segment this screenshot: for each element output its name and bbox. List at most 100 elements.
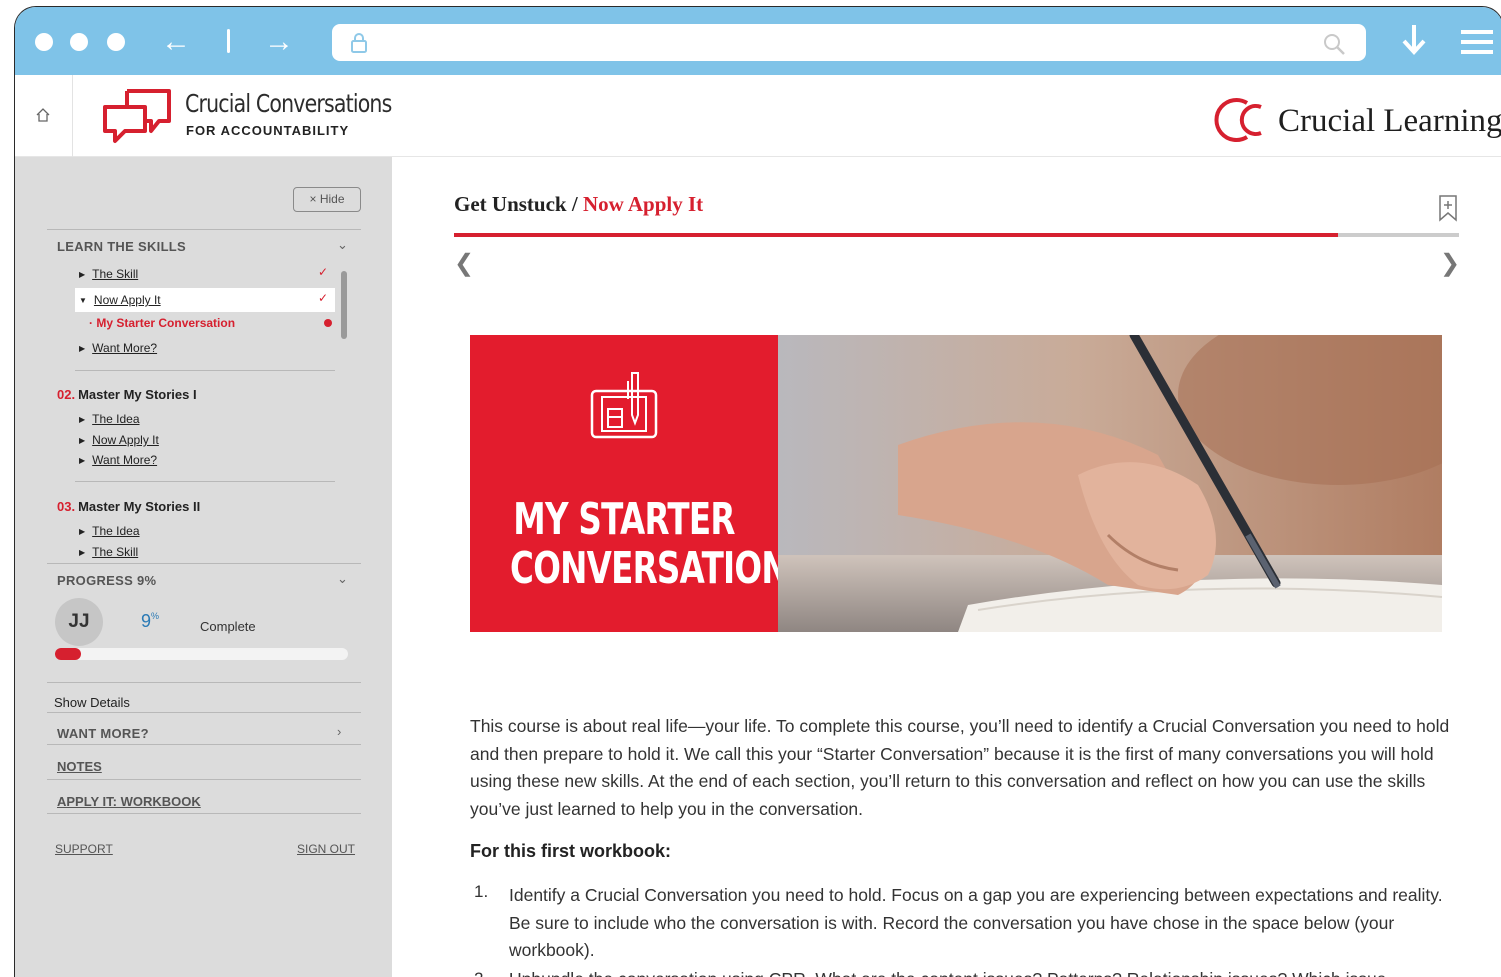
triangle-right-icon: ▶ xyxy=(79,344,86,353)
progress-value: 9 xyxy=(141,611,152,631)
sidebar-scrollbar[interactable] xyxy=(341,271,347,339)
hero-title-panel: MY STARTER CONVERSATION xyxy=(470,335,789,632)
crucial-learning-logo xyxy=(1214,98,1262,142)
download-icon[interactable] xyxy=(1399,21,1429,59)
sidebar-item-label: Want More? xyxy=(92,453,158,467)
sidebar-item-label: Now Apply It xyxy=(92,433,159,447)
sidebar-item-now-apply-it[interactable]: ▶ Now Apply It xyxy=(79,433,159,447)
hero-photo-hand-writing xyxy=(778,335,1442,632)
triangle-right-icon: ▶ xyxy=(79,270,86,279)
list-item-partial: 2. Unbundle the conversation using CPR. … xyxy=(474,969,1424,977)
hamburger-menu-icon[interactable] xyxy=(1461,29,1493,55)
company-name: Crucial Learning xyxy=(1278,103,1501,139)
module-title: Master My Stories II xyxy=(78,499,201,514)
course-sidebar: × Hide LEARN THE SKILLS ⌄ ▶ The Skill ✓ ▼… xyxy=(15,157,392,977)
window-maximize-dot[interactable] xyxy=(107,33,125,51)
progress-unit: % xyxy=(151,611,160,621)
product-subtitle: FOR ACCOUNTABILITY xyxy=(186,123,350,138)
progress-bar xyxy=(55,648,348,660)
window-minimize-dot[interactable] xyxy=(70,33,88,51)
sidebar-item-label: My Starter Conversation xyxy=(96,316,236,330)
chevron-right-icon[interactable]: ❯ xyxy=(1440,249,1460,278)
bookmark-icon[interactable] xyxy=(1438,194,1458,222)
show-details-link[interactable]: Show Details xyxy=(54,695,130,710)
intro-paragraph: This course is about real life—your life… xyxy=(470,716,1450,819)
sidebar-item-the-idea[interactable]: ▶ The Idea xyxy=(79,524,140,538)
breadcrumb-separator: / xyxy=(566,192,583,216)
triangle-right-icon: ▶ xyxy=(79,548,86,557)
triangle-down-icon: ▼ xyxy=(79,296,87,305)
sidebar-subitem-current[interactable]: · My Starter Conversation xyxy=(89,316,235,330)
sidebar-item-label: Want More? xyxy=(92,341,158,355)
forward-arrow-icon[interactable]: → xyxy=(264,24,294,60)
divider xyxy=(47,563,361,564)
triangle-right-icon: ▶ xyxy=(79,436,86,445)
window-close-dot[interactable] xyxy=(35,33,53,51)
list-item-number: 1. xyxy=(474,882,489,901)
search-icon[interactable] xyxy=(1322,32,1346,56)
module-heading[interactable]: 02. Master My Stories I xyxy=(57,387,197,402)
triangle-right-icon: ▶ xyxy=(79,527,86,536)
breadcrumb-parent[interactable]: Get Unstuck xyxy=(454,192,567,216)
divider xyxy=(47,712,361,713)
learn-skills-heading[interactable]: LEARN THE SKILLS xyxy=(57,239,186,254)
triangle-right-icon: ▶ xyxy=(79,456,86,465)
module-number: 03. xyxy=(57,499,76,514)
hide-label: Hide xyxy=(319,192,345,206)
sidebar-item-the-skill[interactable]: ▶ The Skill xyxy=(79,545,138,559)
workbook-link[interactable]: APPLY IT: WORKBOOK xyxy=(57,794,201,809)
chevron-down-icon[interactable]: ⌄ xyxy=(337,571,348,587)
nav-separator xyxy=(227,29,230,53)
support-link[interactable]: SUPPORT xyxy=(55,842,113,856)
product-title: Crucial Conversations xyxy=(185,89,392,118)
triangle-right-icon: ▶ xyxy=(79,415,86,424)
checkmark-icon: ✓ xyxy=(318,291,329,305)
module-title: Master My Stories I xyxy=(78,387,197,402)
main-content: Get Unstuck / Now Apply It ❮ ❯ MY STARTE… xyxy=(392,157,1501,977)
module-number: 02. xyxy=(57,387,76,402)
browser-toolbar: ← → xyxy=(15,7,1501,75)
module-heading[interactable]: 03. Master My Stories II xyxy=(57,499,200,514)
back-arrow-icon[interactable]: ← xyxy=(161,24,191,60)
list-item: Identify a Crucial Conversation you need… xyxy=(509,885,1443,960)
chevron-right-icon[interactable]: › xyxy=(337,724,341,739)
current-indicator-dot xyxy=(324,319,332,327)
hide-sidebar-button[interactable]: × Hide xyxy=(293,187,361,212)
workbook-heading: For this first workbook: xyxy=(470,841,672,861)
sidebar-item-the-idea[interactable]: ▶ The Idea xyxy=(79,412,140,426)
sidebar-item-the-skill[interactable]: ▶ The Skill xyxy=(79,267,138,281)
divider xyxy=(75,481,335,482)
lock-icon xyxy=(351,33,367,53)
site-header: Crucial Conversations FOR ACCOUNTABILITY… xyxy=(15,75,1501,157)
sidebar-item-want-more[interactable]: ▶ Want More? xyxy=(79,341,157,355)
progress-heading[interactable]: PROGRESS 9% xyxy=(57,573,156,588)
home-icon xyxy=(36,108,50,122)
speech-bubbles-logo xyxy=(103,89,171,143)
sidebar-item-label: The Skill xyxy=(92,267,139,281)
chevron-down-icon[interactable]: ⌄ xyxy=(337,237,348,253)
list-item-number: 2. xyxy=(474,969,488,977)
home-button[interactable] xyxy=(15,75,73,157)
workbook-pen-icon xyxy=(590,372,658,439)
sidebar-item-want-more[interactable]: ▶ Want More? xyxy=(79,453,157,467)
sidebar-item-label: The Skill xyxy=(92,545,139,559)
divider xyxy=(47,779,361,780)
breadcrumb: Get Unstuck / Now Apply It xyxy=(454,192,703,217)
divider xyxy=(47,744,361,745)
want-more-heading[interactable]: WANT MORE? xyxy=(57,726,149,741)
close-icon: × xyxy=(309,192,320,206)
hero-title: MY STARTER CONVERSATION xyxy=(510,495,789,594)
sidebar-item-now-apply-it[interactable]: ▼ Now Apply It xyxy=(79,293,161,307)
sign-out-link[interactable]: SIGN OUT xyxy=(297,842,355,856)
notes-link[interactable]: NOTES xyxy=(57,759,102,774)
list-item: Unbundle the conversation using CPR. Wha… xyxy=(509,969,1386,977)
sidebar-item-label: Now Apply It xyxy=(93,293,161,307)
avatar: JJ xyxy=(55,598,103,646)
hero-title-line: CONVERSATION xyxy=(510,543,789,594)
breadcrumb-current: Now Apply It xyxy=(582,192,704,216)
divider xyxy=(47,229,361,230)
section-progress-bar xyxy=(454,233,1459,237)
address-bar[interactable] xyxy=(332,24,1366,61)
chevron-left-icon[interactable]: ❮ xyxy=(454,249,474,278)
hero-banner: MY STARTER CONVERSATION xyxy=(470,335,1442,632)
